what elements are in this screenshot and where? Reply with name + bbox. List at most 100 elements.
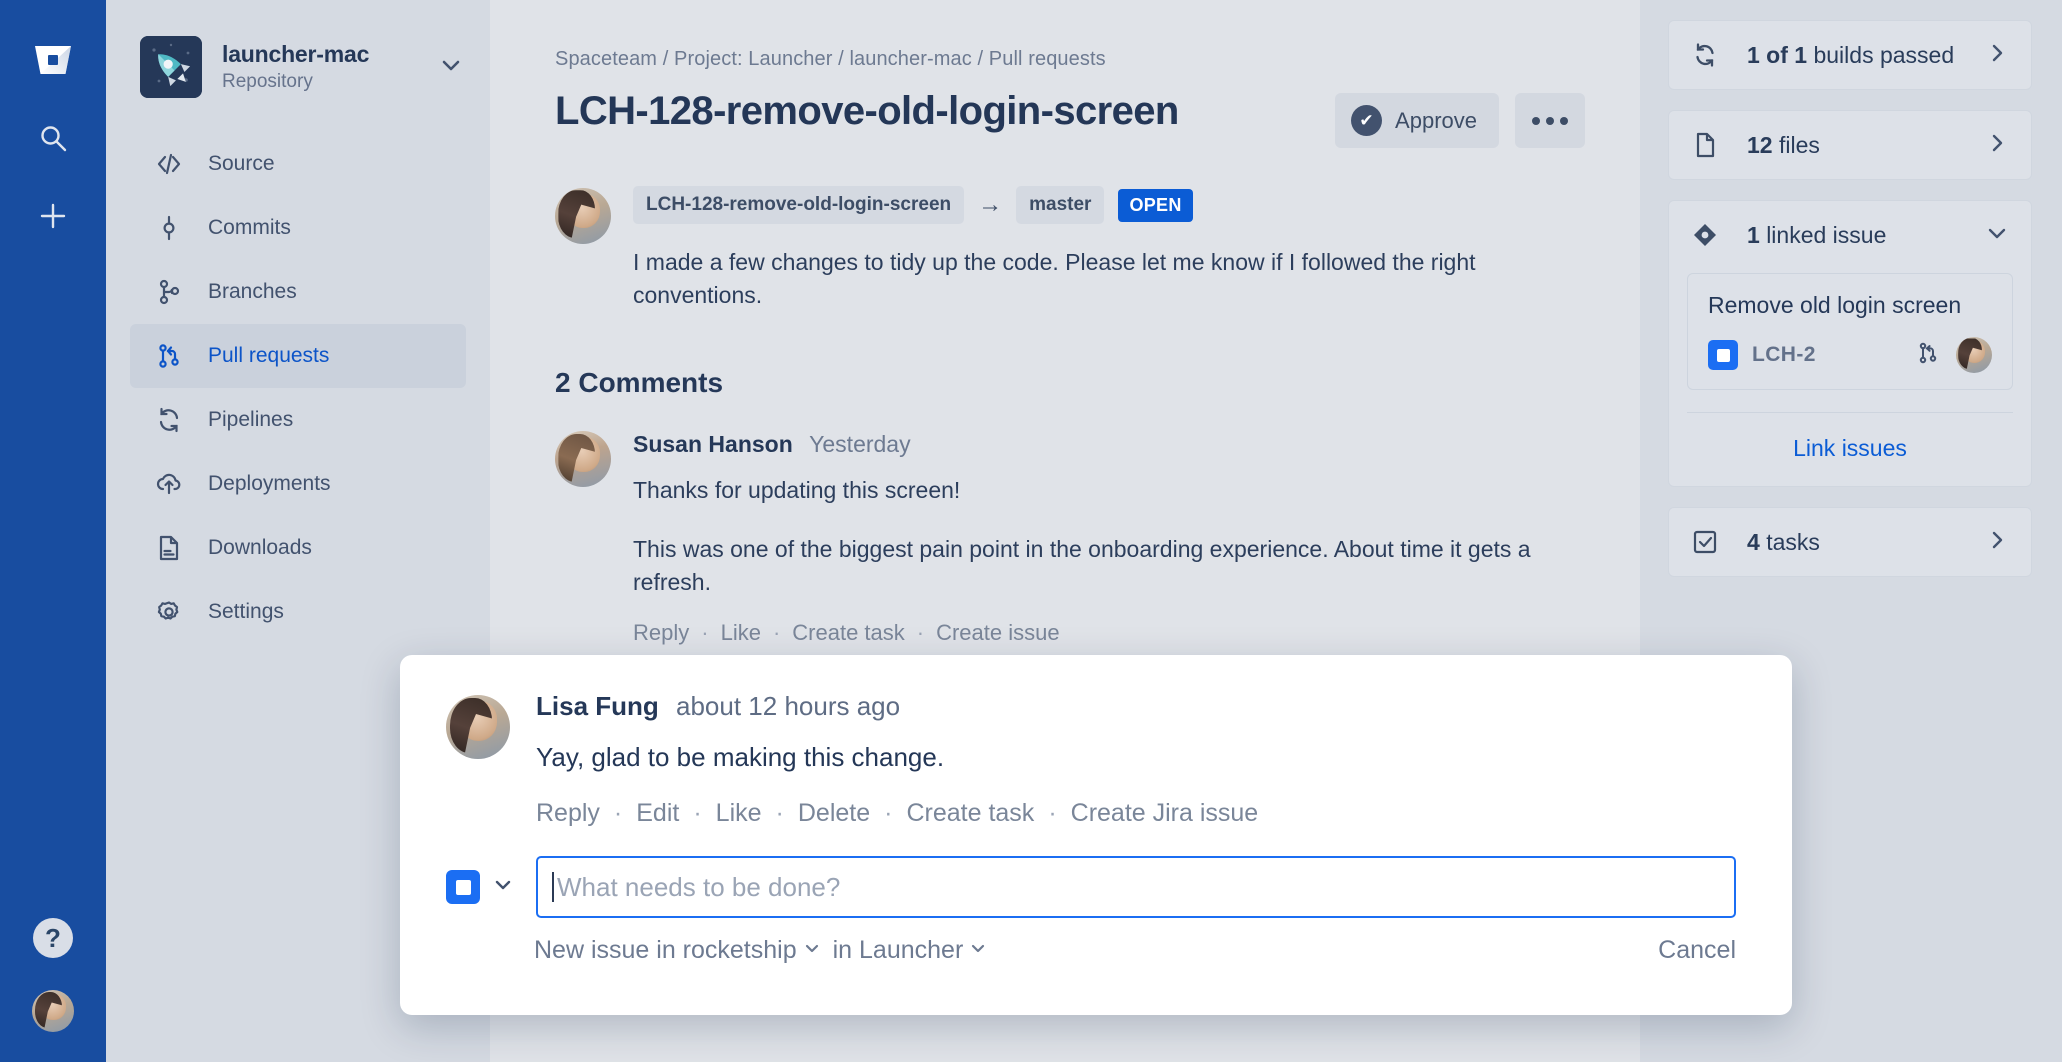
comment-author[interactable]: Lisa Fung xyxy=(536,691,659,721)
deployments-icon xyxy=(152,470,186,498)
avatar[interactable] xyxy=(555,188,611,244)
chevron-down-icon[interactable] xyxy=(430,52,464,83)
pull-request-icon xyxy=(152,342,186,370)
files-card[interactable]: 12 files xyxy=(1668,110,2032,180)
repo-nav-list: Source Commits Branches Pull requests Pi… xyxy=(106,132,490,644)
reply-link[interactable]: Reply xyxy=(536,799,600,828)
create-jira-issue-link[interactable]: Create Jira issue xyxy=(1071,799,1259,828)
ellipsis-dot xyxy=(1532,116,1540,125)
files-row[interactable]: 12 files xyxy=(1669,111,2031,179)
chevron-down-icon[interactable] xyxy=(803,939,821,962)
project-selector[interactable]: New issue in rocketship xyxy=(534,936,821,965)
avatar[interactable] xyxy=(446,695,510,759)
sidebar-item-downloads[interactable]: Downloads xyxy=(130,516,466,580)
comment-item: Susan Hanson Yesterday Thanks for updati… xyxy=(555,431,1640,646)
repo-meta: launcher-mac Repository xyxy=(222,41,430,93)
create-task-link[interactable]: Create task xyxy=(906,799,1034,828)
repo-name: launcher-mac xyxy=(222,41,370,68)
board-label: in Launcher xyxy=(832,936,964,964)
sidebar-item-pipelines[interactable]: Pipelines xyxy=(130,388,466,452)
branch-chips: LCH-128-remove-old-login-screen → master… xyxy=(633,186,1640,224)
like-link[interactable]: Like xyxy=(721,620,761,646)
pull-request-icon xyxy=(1916,341,1940,370)
create-issue-link[interactable]: Create issue xyxy=(936,620,1060,646)
source-branch-chip[interactable]: LCH-128-remove-old-login-screen xyxy=(633,186,965,224)
tasks-card[interactable]: 4 tasks xyxy=(1668,507,2032,577)
pipelines-icon xyxy=(152,406,186,434)
bitbucket-logo[interactable] xyxy=(31,38,75,82)
cancel-button[interactable]: Cancel xyxy=(1658,936,1736,965)
sidebar-item-label: Pipelines xyxy=(208,408,294,431)
issue-summary-placeholder: What needs to be done? xyxy=(557,871,841,902)
chevron-right-icon[interactable] xyxy=(1985,131,2009,159)
project-label: New issue in rocketship xyxy=(534,936,797,964)
issue-create-footer: New issue in rocketship in Launcher Canc… xyxy=(446,936,1736,965)
edit-link[interactable]: Edit xyxy=(636,799,679,828)
link-issues-button[interactable]: Link issues xyxy=(1669,413,2031,486)
plus-icon[interactable] xyxy=(31,194,75,238)
linked-issue-meta: LCH-2 xyxy=(1708,337,1992,373)
sidebar-item-label: Pull requests xyxy=(208,344,330,367)
chevron-down-icon[interactable] xyxy=(1985,221,2009,249)
linked-issue-item[interactable]: Remove old login screen LCH-2 xyxy=(1687,273,2013,390)
more-actions-button[interactable] xyxy=(1515,93,1585,148)
repo-switcher[interactable]: launcher-mac Repository xyxy=(106,0,490,98)
modal-comment-header: Lisa Fung about 12 hours ago xyxy=(536,691,1736,722)
breadcrumb[interactable]: Spaceteam / Project: Launcher / launcher… xyxy=(555,48,1640,71)
search-icon[interactable] xyxy=(31,116,75,160)
sidebar-item-label: Deployments xyxy=(208,472,331,495)
builds-text: builds passed xyxy=(1813,41,1955,68)
chevron-right-icon[interactable] xyxy=(1985,528,2009,556)
sidebar-item-branches[interactable]: Branches xyxy=(130,260,466,324)
repo-avatar-rocket-icon xyxy=(140,36,202,98)
create-task-link[interactable]: Create task xyxy=(792,620,905,646)
comment-text: This was one of the biggest pain point i… xyxy=(633,535,1531,595)
chevron-down-icon[interactable] xyxy=(969,939,987,962)
sidebar-item-source[interactable]: Source xyxy=(130,132,466,196)
help-icon[interactable]: ? xyxy=(33,918,73,958)
sidebar-item-commits[interactable]: Commits xyxy=(130,196,466,260)
separator: · xyxy=(916,620,925,646)
sidebar-item-pull-requests[interactable]: Pull requests xyxy=(130,324,466,388)
sidebar-item-deployments[interactable]: Deployments xyxy=(130,452,466,516)
linked-issues-card: 1 linked issue Remove old login screen L… xyxy=(1668,200,2032,487)
chevron-right-icon[interactable] xyxy=(1985,41,2009,69)
code-icon xyxy=(152,150,186,178)
approve-button[interactable]: ✔ Approve xyxy=(1335,93,1499,148)
separator: · xyxy=(613,799,623,827)
linked-issues-text: linked issue xyxy=(1766,221,1887,248)
issue-summary-input[interactable]: What needs to be done? xyxy=(536,856,1736,918)
modal-comment-actions: Reply · Edit · Like · Delete · Create ta… xyxy=(536,799,1736,828)
files-text: files xyxy=(1778,131,1820,158)
repo-type: Repository xyxy=(222,70,313,92)
tasks-row[interactable]: 4 tasks xyxy=(1669,508,2031,576)
avatar[interactable] xyxy=(30,988,76,1034)
pr-title-row: LCH-128-remove-old-login-screen ✔ Approv… xyxy=(555,89,1640,148)
status-badge: OPEN xyxy=(1118,188,1193,222)
comment-author[interactable]: Susan Hanson xyxy=(633,431,793,457)
tasks-text: tasks xyxy=(1766,528,1820,555)
linked-issue-key[interactable]: LCH-2 xyxy=(1752,343,1816,367)
linked-issues-row[interactable]: 1 linked issue xyxy=(1669,201,2031,269)
board-selector[interactable]: in Launcher xyxy=(833,936,988,965)
sidebar-item-settings[interactable]: Settings xyxy=(130,580,466,644)
chevron-down-icon[interactable] xyxy=(492,874,514,901)
delete-link[interactable]: Delete xyxy=(798,799,870,828)
text-caret xyxy=(552,872,554,902)
jira-task-icon xyxy=(446,870,480,904)
builds-row[interactable]: 1 of 1 builds passed xyxy=(1669,21,2031,89)
linked-issues-label: 1 linked issue xyxy=(1747,222,1985,249)
target-branch-chip[interactable]: master xyxy=(1016,186,1105,224)
comment-text: Yay, glad to be making this change. xyxy=(536,742,945,772)
avatar[interactable] xyxy=(1956,337,1992,373)
separator: · xyxy=(701,620,709,646)
linked-issue-title: Remove old login screen xyxy=(1708,292,1962,318)
create-jira-issue-modal: Lisa Fung about 12 hours ago Yay, glad t… xyxy=(400,655,1792,1015)
builds-card[interactable]: 1 of 1 builds passed xyxy=(1668,20,2032,90)
checkbox-icon xyxy=(1691,528,1725,556)
like-link[interactable]: Like xyxy=(716,799,762,828)
issue-type-selector[interactable] xyxy=(446,870,514,904)
avatar[interactable] xyxy=(555,431,611,488)
reply-link[interactable]: Reply xyxy=(633,620,689,646)
sidebar-item-label: Downloads xyxy=(208,536,312,559)
